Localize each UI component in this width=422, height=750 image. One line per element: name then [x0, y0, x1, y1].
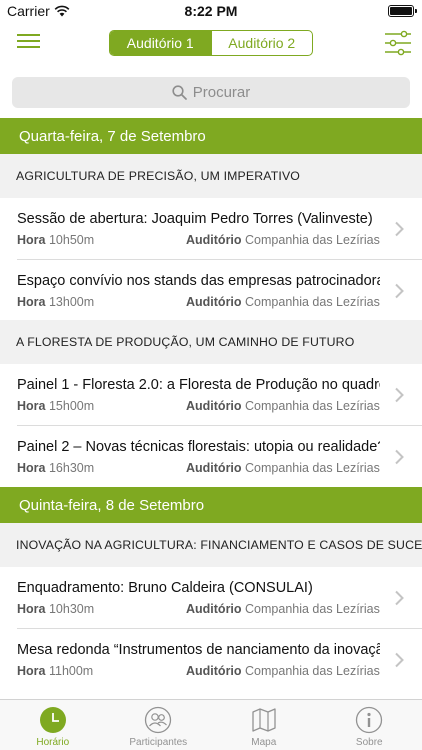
auditorium-label: Auditório: [186, 461, 242, 475]
session-title: Painel 2 – Novas técnicas florestais: ut…: [17, 439, 380, 455]
time-value: 10h30m: [48, 602, 95, 616]
section-header: A FLORESTA DE PRODUÇÃO, UM CAMINHO DE FU…: [0, 320, 422, 364]
tab-label: Sobre: [355, 737, 383, 748]
filter-sliders-icon[interactable]: [384, 30, 412, 56]
session-time: Hora 10h30m: [17, 602, 94, 616]
people-icon: [145, 706, 172, 734]
map-icon: [252, 708, 276, 732]
session-auditorium: Auditório Companhia das Lezírias: [186, 295, 380, 309]
clock-icon: [39, 707, 66, 733]
auditorium-segmented-control: Auditório 1 Auditório 2: [109, 30, 313, 56]
chevron-right-icon: [395, 590, 404, 606]
session-time: Hora 16h30m: [17, 461, 94, 475]
tab-sobre[interactable]: Sobre: [317, 700, 422, 750]
session-title: Espaço convívio nos stands das empresas …: [17, 273, 380, 289]
battery-icon: [388, 5, 417, 17]
time-value: 16h30m: [48, 461, 95, 475]
tab-label: Horário: [36, 737, 70, 748]
time-value: 11h00m: [48, 664, 94, 678]
info-icon: [356, 706, 383, 734]
session-title: Enquadramento: Bruno Caldeira (CONSULAI): [17, 580, 313, 596]
time-label: Hora: [17, 602, 46, 616]
tab-label: Participantes: [129, 737, 188, 748]
time-value: 10h50m: [48, 233, 95, 247]
session-time: Hora 11h00m: [17, 664, 93, 678]
session-row[interactable]: Espaço convívio nos stands das empresas …: [0, 260, 422, 320]
session-auditorium: Auditório Companhia das Lezírias: [186, 461, 380, 475]
auditorium-label: Auditório: [186, 233, 242, 247]
search-icon: [172, 85, 187, 100]
nav-bar: Auditório 1 Auditório 2: [0, 22, 422, 64]
auditorium-value: Companhia das Lezírias: [245, 295, 380, 309]
auditorium-label: Auditório: [186, 295, 242, 309]
session-title: Painel 1 - Floresta 2.0: a Floresta de P…: [17, 377, 380, 393]
auditorium-value: Companhia das Lezírias: [245, 461, 380, 475]
session-auditorium: Auditório Companhia das Lezírias: [186, 399, 380, 413]
auditorium-label: Auditório: [186, 399, 242, 413]
segment-auditorio-2[interactable]: Auditório 2: [210, 31, 313, 55]
tab-label: Mapa: [251, 737, 277, 748]
menu-icon[interactable]: [17, 33, 40, 50]
session-row[interactable]: Enquadramento: Bruno Caldeira (CONSULAI)…: [0, 567, 422, 627]
auditorium-label: Auditório: [186, 602, 242, 616]
session-time: Hora 10h50m: [17, 233, 94, 247]
session-time: Hora 15h00m: [17, 399, 94, 413]
time-label: Hora: [17, 664, 46, 678]
auditorium-value: Companhia das Lezírias: [245, 664, 380, 678]
chevron-right-icon: [395, 449, 404, 465]
tab-bar: Horário Participantes Mapa Sobre: [0, 699, 422, 750]
day-header: Quarta-feira, 7 de Setembro: [0, 118, 422, 154]
tab-participantes[interactable]: Participantes: [106, 700, 212, 750]
auditorium-value: Companhia das Lezírias: [245, 399, 380, 413]
search-placeholder: Procurar: [192, 84, 251, 101]
section-header: INOVAÇÃO NA AGRICULTURA: FINANCIAMENTO E…: [0, 523, 422, 567]
status-bar: Carrier 8:22 PM: [0, 0, 422, 22]
time-label: Hora: [17, 295, 46, 309]
chevron-right-icon: [395, 652, 404, 668]
time-value: 13h00m: [48, 295, 95, 309]
session-auditorium: Auditório Companhia das Lezírias: [186, 664, 380, 678]
tab-mapa[interactable]: Mapa: [211, 700, 317, 750]
session-row[interactable]: Sessão de abertura: Joaquim Pedro Torres…: [0, 198, 422, 258]
search-input[interactable]: Procurar: [12, 77, 410, 108]
segment-auditorio-1[interactable]: Auditório 1: [110, 31, 211, 55]
time-label: Hora: [17, 399, 46, 413]
session-title: Mesa redonda “Instrumentos de nanciament…: [17, 642, 380, 658]
chevron-right-icon: [395, 221, 404, 237]
chevron-right-icon: [395, 387, 404, 403]
section-header: AGRICULTURA DE PRECISÃO, UM IMPERATIVO: [0, 154, 422, 198]
day-header: Quinta-feira, 8 de Setembro: [0, 487, 422, 523]
time-label: Hora: [17, 233, 46, 247]
session-row[interactable]: Mesa redonda “Instrumentos de nanciament…: [0, 629, 422, 689]
auditorium-value: Companhia das Lezírias: [245, 233, 380, 247]
time-label: Hora: [17, 461, 46, 475]
status-time: 8:22 PM: [184, 3, 238, 19]
session-row[interactable]: Painel 2 – Novas técnicas florestais: ut…: [0, 426, 422, 486]
chevron-right-icon: [395, 283, 404, 299]
auditorium-label: Auditório: [186, 664, 242, 678]
time-value: 15h00m: [48, 399, 95, 413]
tab-horario[interactable]: Horário: [0, 700, 106, 750]
session-time: Hora 13h00m: [17, 295, 94, 309]
session-auditorium: Auditório Companhia das Lezírias: [186, 233, 380, 247]
session-auditorium: Auditório Companhia das Lezírias: [186, 602, 380, 616]
session-row[interactable]: Painel 1 - Floresta 2.0: a Floresta de P…: [0, 364, 422, 424]
session-title: Sessão de abertura: Joaquim Pedro Torres…: [17, 211, 373, 227]
auditorium-value: Companhia das Lezírias: [245, 602, 380, 616]
